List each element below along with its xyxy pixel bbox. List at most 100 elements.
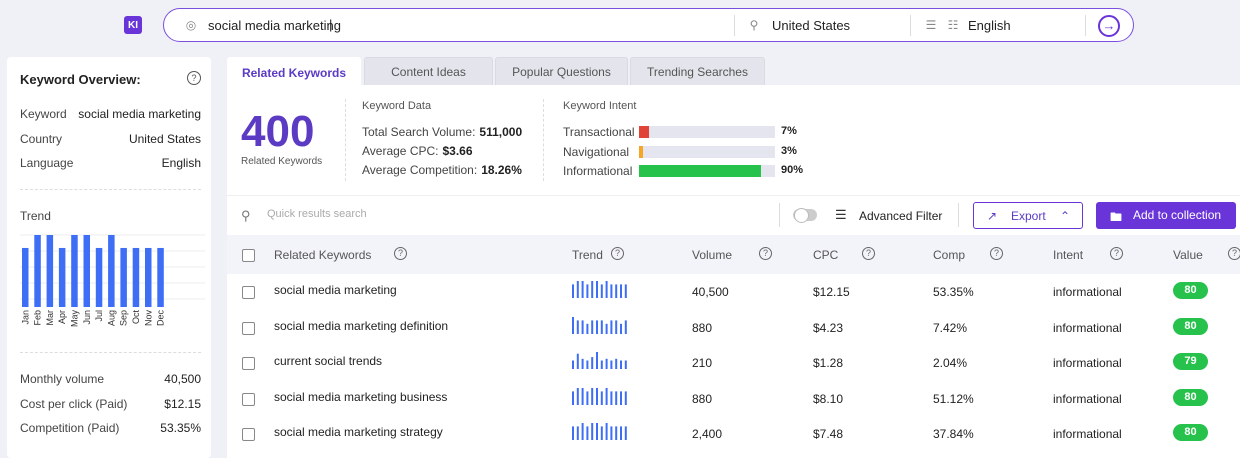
col-keyword-header[interactable]: Related Keywords — [274, 248, 371, 262]
country-value: United States — [128, 132, 201, 146]
row-checkbox[interactable] — [242, 392, 255, 406]
total-volume-value: 511,000 — [479, 125, 523, 139]
filter-toggle[interactable] — [793, 208, 817, 223]
table-row[interactable]: social media marketing strategy 2,400 $7.4… — [227, 416, 1240, 451]
cpc-cell: $7.48 — [813, 427, 844, 441]
comp-cell: 7.42% — [933, 320, 968, 335]
language-value: English — [161, 156, 201, 170]
search-input[interactable]: social media marketing — [208, 18, 341, 33]
tab-content-ideas[interactable]: Content Ideas — [364, 57, 493, 85]
col-value-header[interactable]: Value — [1173, 248, 1203, 262]
col-comp-header[interactable]: Comp — [933, 248, 965, 262]
advanced-filter-button[interactable]: Advanced Filter — [859, 209, 942, 223]
intent-fill — [639, 126, 649, 138]
col-cpc-header[interactable]: CPC — [813, 248, 838, 262]
help-icon[interactable]: ? — [862, 247, 875, 260]
intent-informational-bar — [639, 165, 775, 177]
sparkline-bar — [610, 426, 613, 440]
tab-popular-questions[interactable]: Popular Questions — [495, 57, 628, 85]
keyword-cell[interactable]: social media marketing definition — [274, 319, 448, 333]
help-icon[interactable]: ? — [1110, 247, 1123, 260]
export-button[interactable]: ↗ Export ⌃ — [973, 202, 1083, 229]
sparkline-bar — [615, 319, 618, 334]
sparkline-bar — [600, 284, 603, 298]
tab-related-keywords[interactable]: Related Keywords — [227, 57, 361, 87]
overview-language-row: Language English — [20, 156, 201, 170]
search-bar: ◎ social media marketing | ⚲ United Stat… — [163, 8, 1134, 42]
sparkline-bar — [581, 319, 584, 334]
trend-bar-nov — [145, 247, 152, 307]
sparkline-bar — [605, 358, 608, 369]
trend-tick-label: May — [69, 310, 79, 328]
row-checkbox[interactable] — [242, 286, 255, 299]
competition-label: Competition (Paid) — [20, 421, 120, 435]
trend-tick-label: Apr — [57, 310, 67, 324]
value-badge: 80 — [1173, 282, 1208, 299]
competition-value: 53.35% — [160, 421, 201, 435]
sparkline-bar — [586, 426, 589, 440]
row-checkbox[interactable] — [242, 428, 255, 441]
keyword-intent-title: Keyword Intent — [563, 100, 637, 112]
avg-cpc-value: $3.66 — [442, 144, 473, 158]
divider — [20, 189, 201, 190]
comp-cell: 37.84% — [933, 427, 974, 441]
sparkline-bar — [620, 360, 622, 369]
table-row[interactable]: current social trends 210 $1.28 2.04% inform… — [227, 345, 1240, 380]
trend-bar-may — [71, 235, 78, 307]
search-submit-button[interactable]: → — [1098, 15, 1120, 37]
related-keywords-count-label: Related Keywords — [241, 156, 323, 167]
results-panel: 400 Related Keywords Keyword Data Total … — [227, 85, 1240, 458]
sparkline-bar — [615, 358, 618, 369]
related-keywords-count: 400 — [241, 107, 315, 156]
table-row[interactable]: social media marketing 40,500 $12.15 53.35%… — [227, 274, 1240, 309]
intent-cell: informational — [1053, 285, 1122, 299]
sparkline-bar — [615, 426, 618, 440]
trend-bar-chart: Jan Feb Mar Apr May Jun Jul Aug Sep Oct Nov Dec — [20, 234, 205, 328]
help-icon[interactable]: ? — [611, 247, 624, 260]
language-icon: ☷ — [947, 18, 959, 32]
keyword-cell[interactable]: social media marketing — [274, 283, 397, 297]
sparkline-bar — [572, 426, 574, 440]
trend-bar-jan — [22, 247, 29, 307]
col-volume-header[interactable]: Volume — [692, 248, 732, 262]
add-to-collection-button[interactable]: 🖿 Add to collection — [1096, 202, 1236, 229]
language-select[interactable]: English — [968, 18, 1011, 33]
help-icon[interactable]: ? — [759, 247, 772, 260]
col-trend-header[interactable]: Trend — [572, 248, 603, 262]
country-select[interactable]: United States — [772, 18, 850, 33]
table-row[interactable]: social media marketing business 880 $8.10 5… — [227, 381, 1240, 416]
trend-tick-label: Oct — [131, 310, 141, 325]
trend-tick-label: Sep — [119, 310, 129, 326]
help-icon[interactable]: ? — [990, 247, 1003, 260]
sparkline-bar — [600, 360, 603, 369]
keyword-cell[interactable]: social media marketing strategy — [274, 425, 443, 439]
table-row[interactable]: social media marketing definition 880 $4.2… — [227, 310, 1240, 345]
tab-trending-searches[interactable]: Trending Searches — [630, 57, 765, 85]
quick-search-input[interactable]: Quick results search — [267, 208, 367, 220]
select-all-checkbox[interactable] — [242, 249, 255, 262]
sparkline-bar — [586, 323, 589, 334]
col-intent-header[interactable]: Intent — [1053, 248, 1083, 262]
app-logo[interactable]: KI — [124, 16, 142, 34]
translate-icon: ☰ — [925, 18, 937, 32]
keyword-cell[interactable]: current social trends — [274, 354, 382, 368]
help-icon[interactable]: ? — [187, 71, 201, 85]
cpc-label: Cost per click (Paid) — [20, 397, 128, 411]
comp-cell: 2.04% — [933, 356, 968, 370]
divider — [779, 203, 780, 227]
row-checkbox[interactable] — [242, 357, 255, 370]
sparkline-bar — [581, 358, 584, 369]
keyword-cell[interactable]: social media marketing business — [274, 390, 447, 404]
avg-cpc-label: Average CPC: — [362, 144, 439, 158]
overview-volume-row: Monthly volume 40,500 — [20, 372, 201, 386]
volume-cell: 210 — [692, 356, 713, 370]
help-icon[interactable]: ? — [1228, 247, 1240, 260]
row-checkbox[interactable] — [242, 321, 255, 335]
value-badge: 80 — [1173, 317, 1208, 335]
sparkline-bar — [576, 387, 579, 405]
overview-title: Keyword Overview: — [20, 72, 141, 87]
sparkline-bar — [591, 387, 594, 405]
sparkline-bar — [576, 319, 579, 334]
help-icon[interactable]: ? — [394, 247, 407, 260]
sparkline-bar — [615, 284, 618, 298]
